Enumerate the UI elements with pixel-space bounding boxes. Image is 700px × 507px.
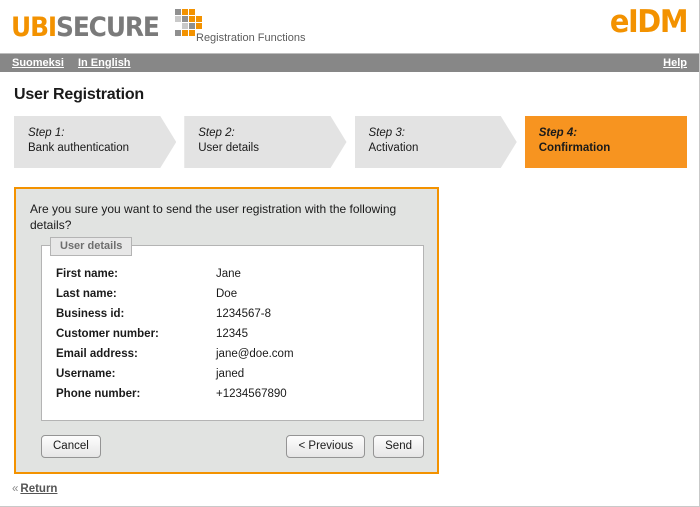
step-1-label: Bank authentication — [28, 142, 130, 154]
detail-label-business-id: Business id: — [56, 308, 125, 320]
detail-label-phone-number: Phone number: — [56, 388, 141, 400]
detail-row-email-address: Email address: jane@doe.com — [42, 344, 423, 364]
confirmation-panel: Are you sure you want to send the user r… — [14, 187, 439, 474]
detail-row-username: Username: janed — [42, 364, 423, 384]
detail-label-email-address: Email address: — [56, 348, 138, 360]
detail-value-last-name: Doe — [216, 288, 238, 300]
main-content: User Registration Step 1: Bank authentic… — [0, 86, 699, 474]
step-4-number: Step 4: — [538, 127, 578, 139]
detail-value-first-name: Jane — [216, 268, 241, 280]
detail-value-email-address: jane@doe.com — [216, 348, 294, 360]
detail-label-username: Username: — [56, 368, 116, 380]
logo-ubi-text: UBI — [11, 12, 57, 43]
detail-value-customer-number: 12345 — [216, 328, 248, 340]
primary-button-group: < Previous Send — [286, 435, 424, 458]
header-subtitle: Registration Functions — [196, 32, 306, 44]
step-2-label: User details — [198, 142, 259, 154]
detail-label-first-name: First name: — [56, 268, 118, 280]
detail-value-business-id: 1234567-8 — [216, 308, 271, 320]
detail-row-first-name: First name: Jane — [42, 264, 423, 284]
language-links: Suomeksi In English — [12, 54, 131, 72]
product-logo-eidm: eIDM — [609, 4, 689, 40]
step-3-number: Step 3: — [368, 127, 405, 139]
step-item-1[interactable]: Step 1: Bank authentication — [14, 116, 176, 168]
chevron-left-icon: « — [12, 483, 19, 495]
step-progress-bar: Step 1: Bank authentication Step 2: User… — [14, 116, 687, 168]
detail-label-customer-number: Customer number: — [56, 328, 159, 340]
previous-button[interactable]: < Previous — [286, 435, 366, 458]
return-link-container: «Return — [12, 483, 57, 495]
detail-row-customer-number: Customer number: 12345 — [42, 324, 423, 344]
logo-secure-text: SECURE — [56, 12, 160, 43]
nav-link-suomeksi[interactable]: Suomeksi — [12, 54, 64, 72]
step-item-2[interactable]: Step 2: User details — [184, 116, 346, 168]
nav-link-help[interactable]: Help — [663, 57, 687, 69]
detail-label-last-name: Last name: — [56, 288, 117, 300]
confirmation-question: Are you sure you want to send the user r… — [30, 202, 397, 232]
detail-value-username: janed — [216, 368, 245, 380]
detail-value-phone-number: +1234567890 — [216, 388, 287, 400]
step-item-3[interactable]: Step 3: Activation — [355, 116, 517, 168]
step-item-4[interactable]: Step 4: Confirmation — [524, 116, 687, 168]
brand-logo: UBISECURE — [11, 9, 205, 41]
return-link[interactable]: Return — [20, 483, 57, 495]
logo-wordmark: UBISECURE — [11, 12, 160, 43]
detail-row-phone-number: Phone number: +1234567890 — [42, 384, 423, 404]
send-button[interactable]: Send — [373, 435, 424, 458]
step-4-label: Confirmation — [538, 142, 611, 154]
page-title: User Registration — [14, 86, 144, 103]
page-root: UBISECURE Registration Functions eIDM Su… — [0, 0, 700, 507]
user-details-fieldset: User details First name: Jane Last name:… — [41, 237, 424, 421]
user-details-legend: User details — [50, 237, 133, 256]
form-button-row: Cancel < Previous Send — [41, 435, 424, 458]
step-2-number: Step 2: — [198, 127, 235, 139]
help-link-container: Help — [663, 54, 687, 72]
detail-row-business-id: Business id: 1234567-8 — [42, 304, 423, 324]
step-3-label: Activation — [368, 142, 419, 154]
step-1-number: Step 1: — [28, 127, 65, 139]
top-navigation-bar: Suomeksi In English Help — [0, 53, 699, 72]
detail-row-last-name: Last name: Doe — [42, 284, 423, 304]
page-header: UBISECURE Registration Functions eIDM — [0, 0, 699, 53]
nav-link-in-english[interactable]: In English — [78, 54, 131, 72]
cancel-button[interactable]: Cancel — [41, 435, 101, 458]
